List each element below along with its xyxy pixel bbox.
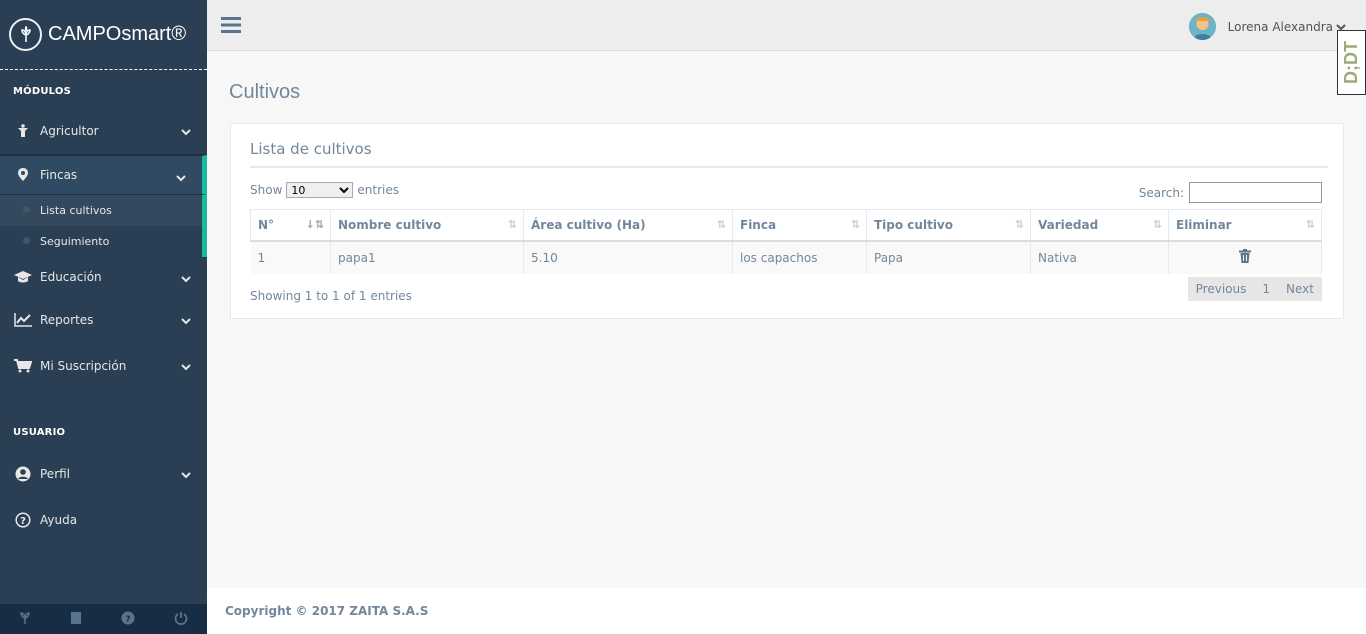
- previous-button[interactable]: Previous: [1188, 282, 1255, 296]
- brand-title: CAMPOsmart®: [48, 23, 187, 45]
- table-header-row: N° ↓⇅ Nombre cultivo ⇅ Área cultivo (Ha) ⇅ …: [250, 209, 1322, 242]
- power-icon[interactable]: [174, 611, 188, 628]
- user-name: Lorena Alexandra: [1227, 19, 1333, 34]
- divider: [250, 166, 1328, 168]
- sidebar-item-perfil[interactable]: Perfil: [0, 451, 207, 497]
- shopping-cart-icon: [13, 359, 33, 373]
- sidebar-item-label: Mi Suscripción: [40, 359, 127, 373]
- search-box: Search:: [1139, 182, 1322, 203]
- top-navbar: Lorena Alexandra D;DT: [207, 0, 1366, 95]
- sort-icon: ⇅: [850, 218, 860, 231]
- sort-icon: ⇅: [1152, 218, 1162, 231]
- entries-label: entries: [357, 183, 399, 197]
- chevron-down-icon: [181, 360, 191, 374]
- search-label: Search:: [1138, 185, 1184, 200]
- pagination: Previous 1 Next: [1187, 277, 1322, 301]
- sidebar: CAMPOsmart® MÓDULOS Agricultor Fincas Li…: [0, 0, 207, 634]
- sort-icon: ⇅: [507, 218, 517, 231]
- panel-title: Lista de cultivos: [250, 140, 372, 158]
- sidebar-item-label: Fincas: [40, 168, 78, 182]
- user-menu[interactable]: Lorena Alexandra: [1188, 13, 1346, 40]
- sort-icon: ⇅: [1014, 218, 1024, 231]
- sidebar-item-reportes[interactable]: Reportes: [0, 297, 207, 343]
- svg-text:?: ?: [125, 615, 130, 625]
- chevron-down-icon: [176, 171, 186, 185]
- sidebar-item-label: Ayuda: [40, 513, 78, 527]
- show-label: Show: [250, 183, 283, 197]
- svg-text:?: ?: [20, 516, 26, 527]
- chevron-down-icon: [181, 468, 191, 482]
- column-header-n[interactable]: N° ↓⇅: [250, 209, 331, 242]
- cell-nombre: papa1: [330, 240, 524, 274]
- table-row: 1 papa1 5.10 los capachos Papa Nativa: [250, 240, 1322, 274]
- cell-eliminar: [1168, 240, 1322, 274]
- user-circle-icon: [13, 466, 33, 482]
- chevron-down-icon: [181, 125, 191, 139]
- column-header-tipo[interactable]: Tipo cultivo ⇅: [866, 209, 1031, 242]
- show-entries: Show 10 entries: [250, 182, 399, 198]
- sidebar-item-label: Educación: [40, 270, 102, 284]
- crops-panel: Lista de cultivos Show 10 entries Search…: [230, 123, 1344, 319]
- sort-icon: ⇅: [1305, 218, 1315, 231]
- question-circle-icon: ?: [13, 512, 33, 528]
- column-header-variedad[interactable]: Variedad ⇅: [1030, 209, 1169, 242]
- sidebar-item-educacion[interactable]: Educación: [0, 257, 207, 297]
- brand[interactable]: CAMPOsmart®: [0, 0, 207, 70]
- page-title: Cultivos: [229, 81, 301, 103]
- column-header-area[interactable]: Área cultivo (Ha) ⇅: [523, 209, 733, 242]
- farmer-icon: [13, 124, 33, 138]
- ddt-badge[interactable]: D;DT: [1337, 30, 1366, 95]
- next-button[interactable]: Next: [1278, 282, 1322, 296]
- chevron-down-icon: [181, 314, 191, 328]
- column-header-eliminar[interactable]: Eliminar ⇅: [1168, 209, 1322, 242]
- sort-asc-icon: ↓⇅: [305, 218, 324, 231]
- sidebar-item-label: Reportes: [40, 313, 94, 327]
- cell-variedad: Nativa: [1030, 240, 1169, 274]
- sidebar-item-label: Perfil: [40, 467, 71, 481]
- entries-select[interactable]: 10: [286, 182, 354, 198]
- column-header-nombre[interactable]: Nombre cultivo ⇅: [330, 209, 524, 242]
- menu-toggle-icon[interactable]: [221, 16, 241, 37]
- chevron-down-icon: [181, 272, 191, 286]
- cell-n: 1: [250, 240, 331, 274]
- cell-tipo: Papa: [866, 240, 1031, 274]
- search-input[interactable]: [1189, 182, 1322, 203]
- book-icon[interactable]: [70, 611, 82, 628]
- section-label-user: USUARIO: [13, 427, 66, 438]
- column-header-finca[interactable]: Finca ⇅: [732, 209, 867, 242]
- sidebar-item-fincas[interactable]: Fincas: [0, 155, 207, 195]
- graduation-cap-icon: [13, 270, 33, 284]
- sidebar-item-agricultor[interactable]: Agricultor: [0, 108, 207, 154]
- cell-area: 5.10: [523, 240, 733, 274]
- table-info: Showing 1 to 1 of 1 entries: [250, 289, 412, 303]
- submenu-item-seguimiento[interactable]: Seguimiento: [0, 226, 202, 257]
- sort-icon: ⇅: [716, 218, 726, 231]
- avatar: [1188, 13, 1216, 40]
- crops-table: N° ↓⇅ Nombre cultivo ⇅ Área cultivo (Ha) ⇅ …: [250, 209, 1322, 274]
- help-icon[interactable]: ?: [121, 611, 135, 628]
- footer: Copyright © 2017 ZAITA S.A.S: [207, 588, 1366, 634]
- sidebar-item-mi-suscripcion[interactable]: Mi Suscripción: [0, 343, 207, 389]
- submenu-item-lista-cultivos[interactable]: Lista cultivos: [0, 195, 202, 226]
- map-marker-icon: [13, 168, 33, 182]
- sidebar-footer: ?: [0, 604, 207, 634]
- fincas-submenu: Lista cultivos Seguimiento: [0, 195, 207, 257]
- sidebar-item-label: Agricultor: [40, 124, 99, 138]
- trash-icon[interactable]: [1239, 249, 1251, 266]
- cell-finca: los capachos: [732, 240, 867, 274]
- leaf-logo-icon: [9, 18, 42, 51]
- leaf-icon[interactable]: [19, 611, 31, 628]
- page-1-button[interactable]: 1: [1254, 282, 1278, 296]
- line-chart-icon: [13, 313, 33, 327]
- section-label-modules: MÓDULOS: [13, 86, 71, 97]
- sidebar-item-ayuda[interactable]: ? Ayuda: [0, 497, 207, 543]
- copyright-text: Copyright © 2017 ZAITA S.A.S: [225, 604, 429, 618]
